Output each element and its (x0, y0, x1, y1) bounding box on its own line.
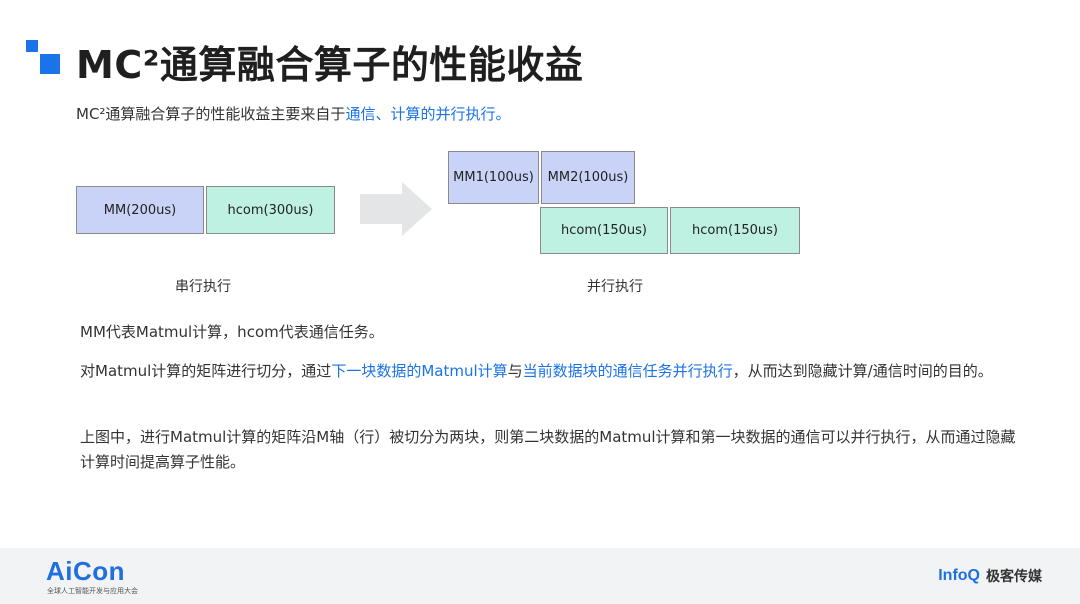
para1-text-a: 对Matmul计算的矩阵进行切分，通过 (80, 362, 332, 380)
intro-text: MC²通算融合算子的性能收益主要来自于通信、计算的并行执行。 (76, 103, 510, 124)
para1-text-c: 与 (507, 362, 523, 380)
parallel-mm1-box: MM1(100us) (448, 151, 539, 204)
intro-prefix: MC²通算融合算子的性能收益主要来自于 (76, 105, 346, 123)
serial-caption: 串行执行 (175, 279, 231, 295)
parallel-hcom2-box: hcom(150us) (670, 207, 800, 254)
serial-mm-box: MM(200us) (76, 186, 204, 234)
footer-bar: AiCon 全球人工智能开发与应用大会 InfoQ 极客传媒 (0, 548, 1080, 604)
infoq-logo-text: InfoQ (938, 567, 980, 584)
title-logo-icon (26, 40, 62, 76)
aicon-subtitle: 全球人工智能开发与应用大会 (47, 587, 138, 595)
infoq-cn-text: 极客传媒 (986, 569, 1042, 585)
para1-highlight-b: 下一块数据的Matmul计算 (331, 362, 508, 380)
infoq-logo: InfoQ 极客传媒 (938, 566, 1042, 586)
parallel-hcom1-box: hcom(150us) (540, 207, 668, 254)
legend-note: MM代表Matmul计算，hcom代表通信任务。 (80, 323, 384, 341)
intro-highlight: 通信、计算的并行执行。 (345, 105, 511, 123)
parallel-caption: 并行执行 (587, 279, 643, 295)
paragraph-1: 对Matmul计算的矩阵进行切分，通过下一块数据的Matmul计算与当前数据块的… (80, 359, 1030, 384)
aicon-logo: AiCon (46, 556, 126, 586)
para1-text-e: ，从而达到隐藏计算/通信时间的目的。 (732, 362, 993, 380)
paragraph-2: 上图中，进行Matmul计算的矩阵沿M轴（行）被切分为两块，则第二块数据的Mat… (80, 428, 1016, 471)
para1-highlight-d: 当前数据块的通信任务并行执行 (522, 362, 733, 380)
serial-hcom-box: hcom(300us) (206, 186, 335, 234)
right-arrow-icon (360, 182, 432, 236)
page-title: MC²通算融合算子的性能收益 (76, 43, 584, 87)
parallel-mm2-box: MM2(100us) (541, 151, 635, 204)
